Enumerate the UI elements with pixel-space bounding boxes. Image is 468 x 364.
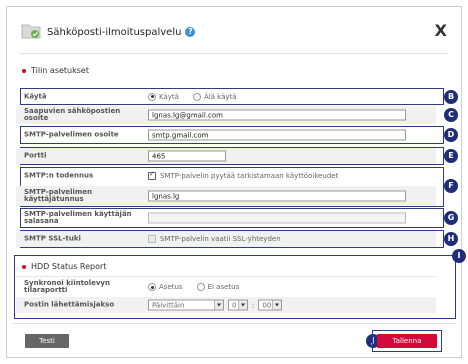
marker-g: G <box>444 211 458 225</box>
divider <box>19 53 449 54</box>
smtp-address-field[interactable] <box>148 129 406 141</box>
close-button[interactable]: X <box>435 21 447 40</box>
marker-d: D <box>444 128 458 142</box>
dialog-title: Sähköposti-ilmoituspalvelu? <box>47 27 196 38</box>
help-icon[interactable]: ? <box>185 27 196 37</box>
smtp-password-field[interactable] <box>148 212 406 224</box>
row-use: Käytä Käytä Älä käytä <box>24 92 237 101</box>
smtp-auth-checkbox[interactable] <box>148 170 156 180</box>
row-smtp-user: SMTP-palvelimen käyttäjätunnus <box>16 186 436 206</box>
hdd-status-heading: HDD Status Report <box>22 262 106 271</box>
ssl-checkbox[interactable] <box>148 235 156 243</box>
port-field[interactable] <box>148 150 226 162</box>
row-email: Saapuvien sähköpostien osoite <box>16 106 436 124</box>
row-sync-report: Synkronoi kiintolevyn tilaraportti Asetu… <box>24 279 240 294</box>
row-send-period: Postin lähettämisjakso Päivittäin 0 : 00 <box>16 297 436 313</box>
use-off-radio[interactable] <box>192 92 201 101</box>
row-ssl: SMTP SSL-tuki SMTP-palvelin vaatii SSL-y… <box>16 231 436 247</box>
smtp-username-field[interactable] <box>148 190 406 202</box>
email-field[interactable] <box>148 109 406 121</box>
test-button[interactable]: Testi <box>25 334 69 348</box>
marker-f: F <box>444 179 458 193</box>
hour-select[interactable]: 0 <box>228 299 248 311</box>
row-smtp-password: SMTP-palvelimen käyttäjän salasana <box>16 209 436 227</box>
folder-check-icon <box>21 24 41 39</box>
marker-b: B <box>444 90 458 104</box>
save-button[interactable]: Tallenna <box>377 334 437 348</box>
marker-i: I <box>452 249 466 263</box>
divider <box>16 276 436 277</box>
chevron-down-icon <box>272 300 282 310</box>
chevron-down-icon <box>238 300 247 310</box>
dialog-titlebar: Sähköposti-ilmoituspalvelu? X <box>7 7 461 47</box>
divider <box>12 323 456 324</box>
marker-e: E <box>444 149 458 163</box>
row-port: Portti <box>16 148 436 164</box>
row-smtp-auth: SMTP:n todennus SMTP-palvelin pyytää tar… <box>16 168 436 184</box>
use-on-radio[interactable] <box>148 92 156 101</box>
chevron-down-icon <box>214 300 223 310</box>
frequency-select[interactable]: Päivittäin <box>148 299 224 311</box>
marker-h: H <box>444 232 458 246</box>
sync-off-radio[interactable] <box>196 283 205 291</box>
minute-select[interactable]: 00 <box>258 299 283 311</box>
account-settings-heading: Tilin asetukset <box>22 66 89 75</box>
sync-on-radio[interactable] <box>148 283 156 291</box>
marker-c: C <box>444 108 458 122</box>
row-smtp-address: SMTP-palvelimen osoite <box>16 127 436 143</box>
